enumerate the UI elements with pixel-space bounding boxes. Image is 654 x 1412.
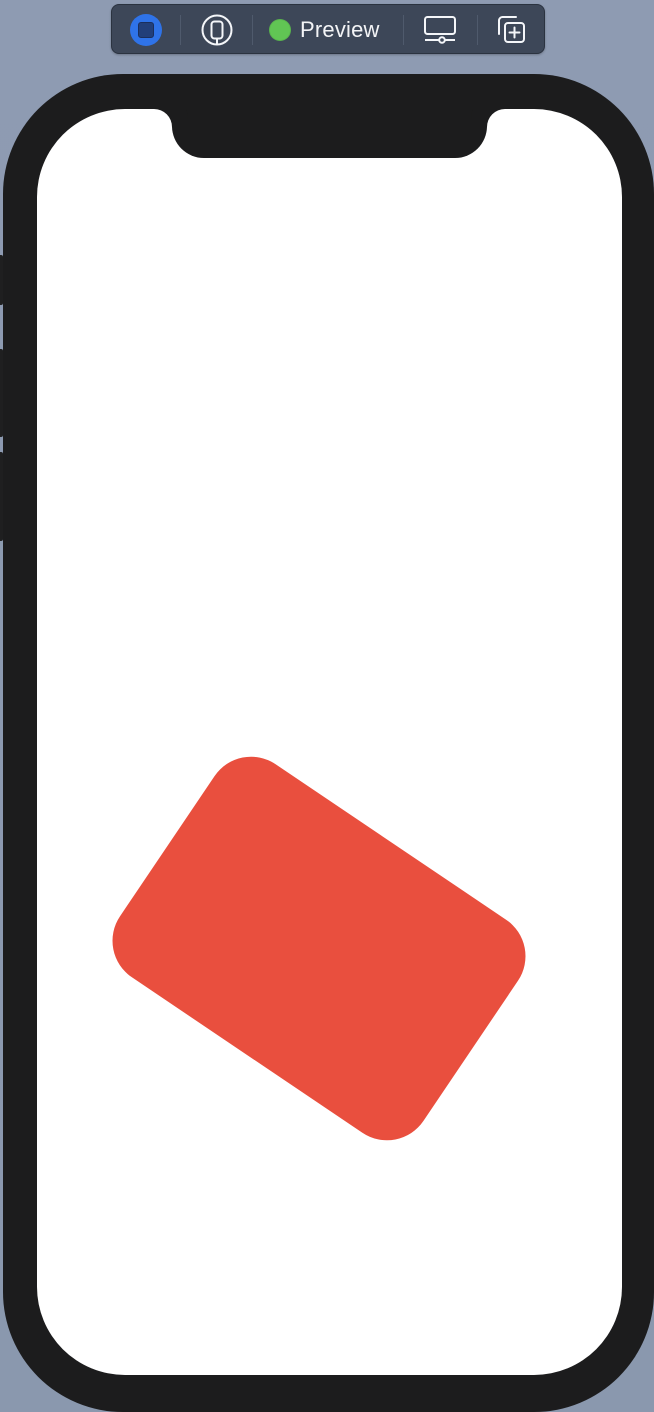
preview-button[interactable]: Preview — [269, 13, 382, 47]
live-preview-icon — [130, 14, 162, 46]
live-preview-stop-icon — [138, 22, 154, 38]
device-display-icon — [424, 16, 456, 44]
device-display-button[interactable] — [421, 13, 459, 47]
duplicate-preview-button[interactable] — [494, 13, 528, 47]
preview-canvas: Preview — [0, 0, 654, 1412]
iphone-preview-frame — [3, 74, 654, 1412]
live-preview-button[interactable] — [129, 13, 163, 47]
phone-screen — [37, 109, 622, 1375]
phone-notch — [172, 109, 487, 158]
toolbar-divider — [252, 15, 253, 45]
preview-status-dot-icon — [269, 19, 291, 41]
device-button[interactable] — [200, 13, 234, 47]
toolbar-divider — [477, 15, 478, 45]
toolbar-divider — [403, 15, 404, 45]
preview-toolbar: Preview — [111, 4, 545, 54]
preview-label: Preview — [300, 17, 380, 42]
toolbar-divider — [180, 15, 181, 45]
duplicate-icon — [498, 16, 525, 43]
device-icon — [201, 14, 233, 46]
